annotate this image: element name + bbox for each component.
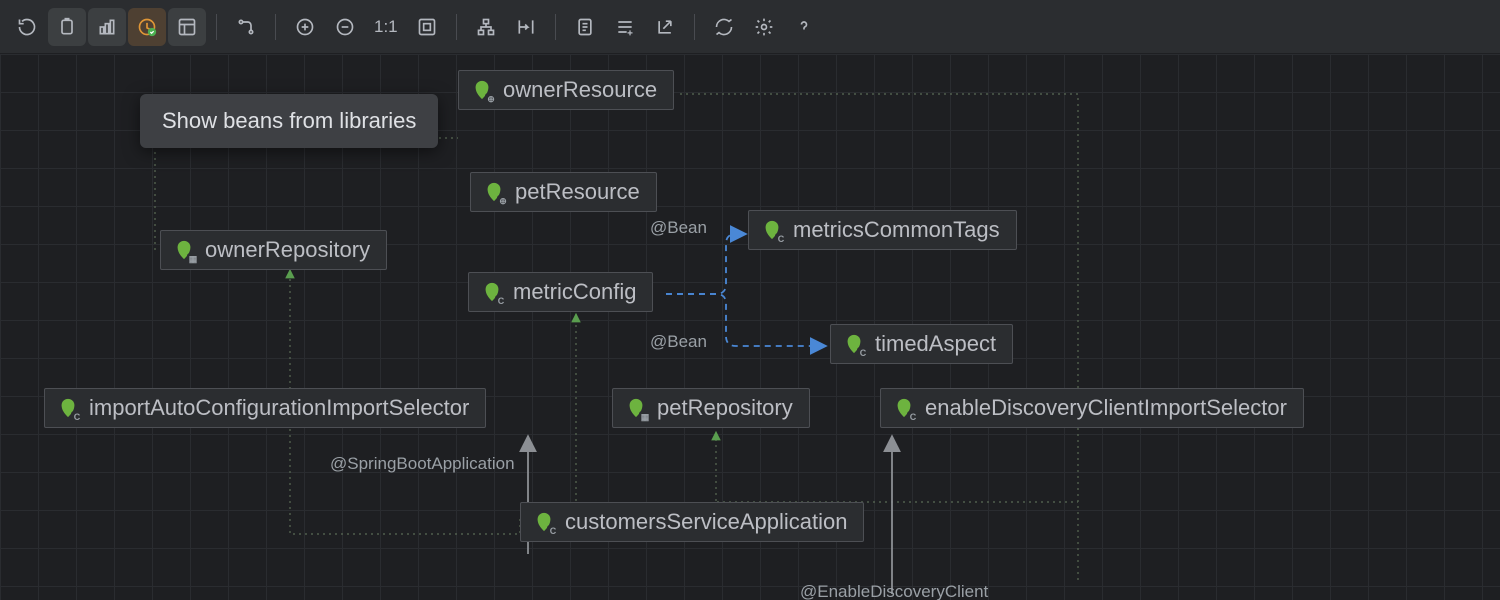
edge-label-bean: @Bean — [650, 332, 707, 352]
bean-icon: C — [57, 397, 79, 419]
node-label: ownerResource — [503, 77, 657, 103]
edge-label-springboot: @SpringBootApplication — [330, 454, 515, 474]
class-badge-icon: C — [775, 233, 787, 245]
help-icon[interactable] — [785, 8, 823, 46]
node-label: customersServiceApplication — [565, 509, 847, 535]
toolbar-separator — [216, 14, 217, 40]
node-label: petResource — [515, 179, 640, 205]
settings-icon[interactable] — [745, 8, 783, 46]
node-metricConfig[interactable]: C metricConfig — [468, 272, 653, 312]
export-icon[interactable] — [646, 8, 684, 46]
repository-badge-icon: ▦ — [639, 411, 651, 423]
node-enableDiscoveryClientImportSelector[interactable]: C enableDiscoveryClientImportSelector — [880, 388, 1304, 428]
edge-label-bean: @Bean — [650, 218, 707, 238]
node-ownerResource[interactable]: ⊕ ownerResource — [458, 70, 674, 110]
toolbar-separator — [456, 14, 457, 40]
bean-icon: C — [481, 281, 503, 303]
node-importAutoConfigurationImportSelector[interactable]: C importAutoConfigurationImportSelector — [44, 388, 486, 428]
libraries-icon[interactable] — [128, 8, 166, 46]
bean-icon: ▦ — [173, 239, 195, 261]
route-icon[interactable] — [507, 8, 545, 46]
refresh-icon[interactable] — [8, 8, 46, 46]
zoom-in-icon[interactable] — [286, 8, 324, 46]
path-icon[interactable] — [227, 8, 265, 46]
node-ownerRepository[interactable]: ▦ ownerRepository — [160, 230, 387, 270]
copy-icon[interactable] — [48, 8, 86, 46]
chart-icon[interactable] — [88, 8, 126, 46]
bean-icon: C — [761, 219, 783, 241]
node-label: petRepository — [657, 395, 793, 421]
class-badge-icon: C — [907, 411, 919, 423]
bean-icon: ⊕ — [483, 181, 505, 203]
toolbar-separator — [555, 14, 556, 40]
zoom-reset-button[interactable]: 1:1 — [366, 17, 406, 37]
toolbar: 1:1 — [0, 0, 1500, 54]
bean-icon: ⊕ — [471, 79, 493, 101]
node-label: timedAspect — [875, 331, 996, 357]
web-badge-icon: ⊕ — [485, 93, 497, 105]
document-icon[interactable] — [566, 8, 604, 46]
edge-label-discovery: @EnableDiscoveryClient — [800, 582, 988, 600]
class-badge-icon: C — [495, 295, 507, 307]
node-petRepository[interactable]: ▦ petRepository — [612, 388, 810, 428]
toolbar-separator — [694, 14, 695, 40]
class-badge-icon: C — [857, 347, 869, 359]
tooltip: Show beans from libraries — [140, 94, 438, 148]
class-badge-icon: C — [71, 411, 83, 423]
node-customersServiceApplication[interactable]: C customersServiceApplication — [520, 502, 864, 542]
bean-icon: C — [533, 511, 555, 533]
fit-content-icon[interactable] — [408, 8, 446, 46]
node-label: ownerRepository — [205, 237, 370, 263]
node-label: metricConfig — [513, 279, 636, 305]
bean-icon: C — [893, 397, 915, 419]
node-petResource[interactable]: ⊕ petResource — [470, 172, 657, 212]
bean-icon: C — [843, 333, 865, 355]
tooltip-text: Show beans from libraries — [162, 108, 416, 133]
node-label: enableDiscoveryClientImportSelector — [925, 395, 1287, 421]
class-badge-icon: C — [547, 525, 559, 537]
list-icon[interactable] — [606, 8, 644, 46]
diagram-canvas[interactable]: ⊕ ownerResource ⊕ petResource ▦ ownerRep… — [0, 54, 1500, 600]
bean-icon: ▦ — [625, 397, 647, 419]
node-label: importAutoConfigurationImportSelector — [89, 395, 469, 421]
zoom-out-icon[interactable] — [326, 8, 364, 46]
repository-badge-icon: ▦ — [187, 253, 199, 265]
node-timedAspect[interactable]: C timedAspect — [830, 324, 1013, 364]
toolbar-separator — [275, 14, 276, 40]
sync-icon[interactable] — [705, 8, 743, 46]
layout-icon[interactable] — [168, 8, 206, 46]
tree-layout-icon[interactable] — [467, 8, 505, 46]
node-metricsCommonTags[interactable]: C metricsCommonTags — [748, 210, 1017, 250]
node-label: metricsCommonTags — [793, 217, 1000, 243]
web-badge-icon: ⊕ — [497, 195, 509, 207]
